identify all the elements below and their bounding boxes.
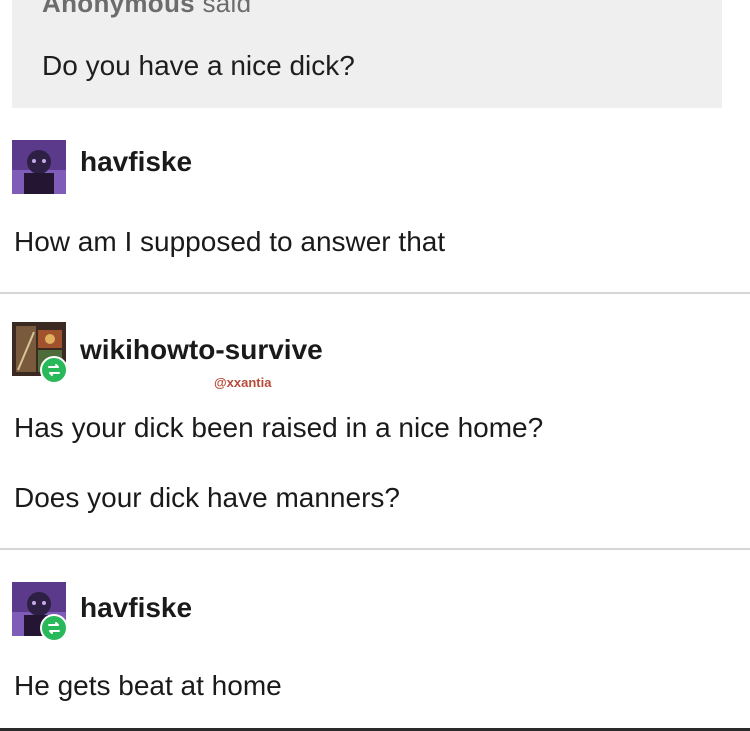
said-label: said: [202, 0, 252, 18]
reblog-icon: [40, 356, 68, 384]
post-handle[interactable]: @xxantia: [214, 375, 271, 390]
ask-asker: Anonymous said: [42, 0, 251, 19]
reblog-icon: [40, 614, 68, 642]
avatar-havfiske-icon[interactable]: [12, 140, 66, 194]
ask-box: Anonymous said Do you have a nice dick?: [12, 0, 722, 108]
ask-question: Do you have a nice dick?: [42, 50, 355, 81]
post-text: Has your dick been raised in a nice home…: [14, 412, 544, 443]
post-divider: [0, 548, 750, 550]
post-username[interactable]: wikihowto-survive: [80, 334, 323, 366]
post-username[interactable]: havfiske: [80, 146, 192, 178]
asker-name[interactable]: Anonymous: [42, 0, 195, 18]
post-username[interactable]: havfiske: [80, 592, 192, 624]
post-divider: [0, 292, 750, 294]
post-text: Does your dick have manners?: [14, 482, 400, 513]
post-text: He gets beat at home: [14, 670, 282, 701]
post-text: How am I supposed to answer that: [14, 226, 446, 257]
